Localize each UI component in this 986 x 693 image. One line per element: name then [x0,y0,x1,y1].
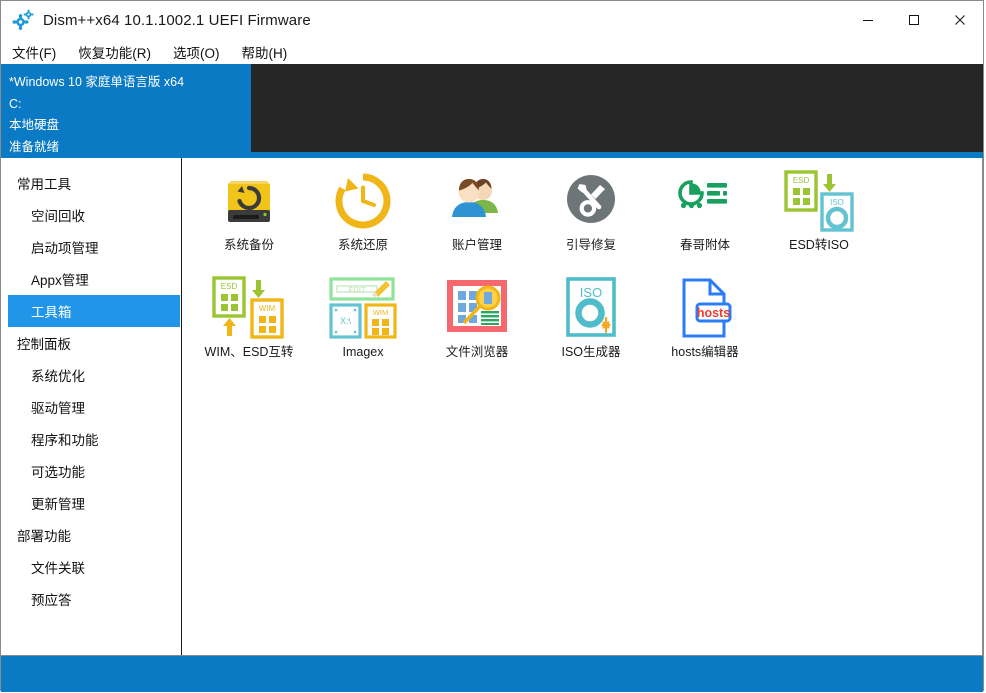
title-bar: Dism++x64 10.1.1002.1 UEFI Firmware [1,1,983,39]
tool-tile-file-browser[interactable]: 文件浏览器 [420,271,534,378]
info-disktype-line: 本地硬盘 [9,118,60,132]
tool-tile-label: ESD转ISO [789,238,849,252]
menu-item-file[interactable]: 文件(F) [12,42,56,62]
sidebar-item-startup-manager[interactable]: 启动项管理 [1,231,181,263]
file-browser-magnifier-icon [445,271,509,345]
tool-tile-iso-builder[interactable]: ISO ISO生成器 [534,271,648,378]
tool-tile-label: hosts编辑器 [671,345,739,359]
sidebar-item-toolbox[interactable]: 工具箱 [8,295,180,327]
esd-to-iso-icon: ESD ISO [783,164,855,238]
tool-tile-label: 春哥附体 [679,238,730,252]
svg-text:ISO: ISO [830,198,844,207]
sidebar-section-deployment: 部署功能 [17,529,71,544]
toolbox-content: 系统备份 系统还原 账户管理 引导修复 春哥附体 ESD ISO ESD转ISO… [182,158,983,655]
clock-restore-icon [332,164,394,238]
tool-tile-boot-repair[interactable]: 引导修复 [534,164,648,271]
maximize-button[interactable] [891,1,937,39]
tool-tile-imagex[interactable]: EDIT X:\ WIM Imagex [306,271,420,378]
svg-text:EDIT: EDIT [348,285,366,294]
hosts-file-icon: hosts [676,271,734,345]
pie-chart-bars-icon [674,164,736,238]
tool-tile-label: Imagex [342,345,384,359]
app-window: Dism++x64 10.1.1002.1 UEFI Firmware 文件(F… [0,0,984,692]
sidebar-item-unattend[interactable]: 预应答 [1,583,181,615]
wrench-screwdriver-icon [560,164,622,238]
hard-drive-backup-icon [218,164,280,238]
tool-tile-esd-to-iso[interactable]: ESD ISO ESD转ISO [762,164,876,271]
tool-tile-label: ISO生成器 [561,345,621,359]
sidebar-item-file-association[interactable]: 文件关联 [1,551,181,583]
sidebar-item-optional-features[interactable]: 可选功能 [1,455,181,487]
tool-tile-label: 引导修复 [565,238,616,252]
tool-tile-label: 系统备份 [223,238,274,252]
sidebar-item-update-manager[interactable]: 更新管理 [1,487,181,519]
users-icon [446,164,508,238]
info-status-line: 准备就绪 [9,139,60,154]
tool-tile-system-backup[interactable]: 系统备份 [192,164,306,271]
svg-text:ISO: ISO [580,285,602,300]
sidebar-section-common-tools: 常用工具 [17,177,71,192]
tool-tile-label: 系统还原 [337,238,388,252]
sidebar-item-appx-manager[interactable]: Appx管理 [1,263,181,295]
imagex-edit-icon: EDIT X:\ WIM [327,271,399,345]
tool-tile-label: 账户管理 [451,238,502,252]
info-drive-line: C: [9,96,22,111]
menu-item-recovery[interactable]: 恢复功能(R) [78,42,151,62]
status-bar [1,655,983,692]
iso-builder-icon: ISO [562,271,620,345]
sidebar-item-system-optimize[interactable]: 系统优化 [1,359,181,391]
svg-text:hosts: hosts [697,306,730,320]
sidebar-item-driver-manager[interactable]: 驱动管理 [1,391,181,423]
sidebar-section-control-panel: 控制面板 [17,337,71,352]
menu-item-options[interactable]: 选项(O) [173,42,220,62]
system-info-panel[interactable]: *Windows 10 家庭单语言版 x64 C: 本地硬盘 准备就绪 [1,64,251,154]
minimize-button[interactable] [845,1,891,39]
info-os-line: *Windows 10 家庭单语言版 x64 [9,75,185,89]
svg-text:X:\: X:\ [340,316,352,326]
tool-tile-hosts-editor[interactable]: hosts hosts编辑器 [648,271,762,378]
svg-text:WIM: WIM [373,308,388,317]
sidebar-item-space-cleanup[interactable]: 空间回收 [1,199,181,231]
tool-tile-account-manager[interactable]: 账户管理 [420,164,534,271]
window-title: Dism++x64 10.1.1002.1 UEFI Firmware [43,11,311,29]
close-button[interactable] [937,1,983,39]
svg-text:ESD: ESD [793,176,810,185]
image-list-panel[interactable] [251,64,983,152]
tool-tile-label: 文件浏览器 [445,345,509,359]
header-band: *Windows 10 家庭单语言版 x64 C: 本地硬盘 准备就绪 [1,64,983,154]
window-controls [845,1,983,39]
tool-tile-wim-esd-convert[interactable]: ESD WIM WIM、ESD互转 [192,271,306,378]
sidebar: 常用工具 空间回收 启动项管理 Appx管理 工具箱 控制面板 系统优化 驱动管… [1,158,182,655]
menu-bar: 文件(F) 恢复功能(R) 选项(O) 帮助(H) [1,39,983,64]
tool-tile-chunge[interactable]: 春哥附体 [648,164,762,271]
tool-tile-label: WIM、ESD互转 [204,345,294,359]
toolbox-tile-grid: 系统备份 系统还原 账户管理 引导修复 春哥附体 ESD ISO ESD转ISO… [182,158,982,378]
wim-esd-swap-icon: ESD WIM [211,271,287,345]
sidebar-item-programs-features[interactable]: 程序和功能 [1,423,181,455]
menu-item-help[interactable]: 帮助(H) [242,42,288,62]
gears-icon [12,9,34,31]
svg-text:ESD: ESD [221,282,238,291]
main-body: 常用工具 空间回收 启动项管理 Appx管理 工具箱 控制面板 系统优化 驱动管… [1,158,983,655]
tool-tile-system-restore[interactable]: 系统还原 [306,164,420,271]
svg-text:WIM: WIM [259,304,276,313]
